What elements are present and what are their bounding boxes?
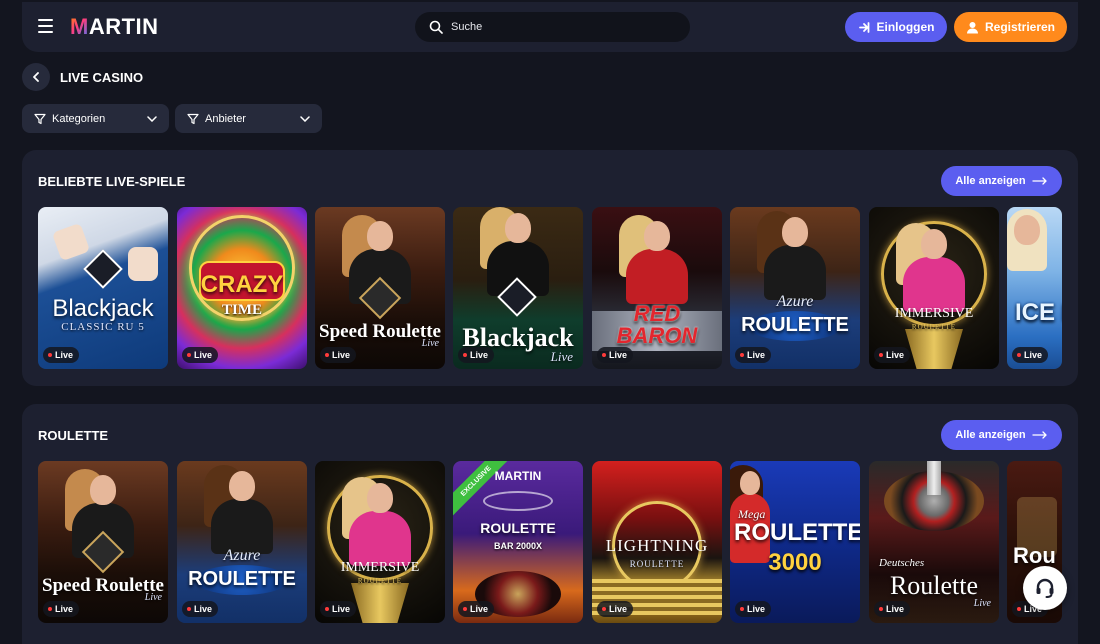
game-prefix: Deutsches	[879, 557, 925, 569]
arrow-right-icon	[1031, 177, 1047, 185]
search-input[interactable]	[451, 21, 651, 33]
register-label: Registrieren	[984, 20, 1056, 34]
providers-label: Anbieter	[205, 112, 246, 125]
popular-live-games-section: BELIEBTE LIVE-SPIELE Alle anzeigen Black…	[22, 150, 1078, 386]
see-all-label: Alle anzeigen	[955, 175, 1026, 187]
game-row: Speed Roulette Live Live Azure ROULETTE …	[38, 461, 1062, 623]
game-card[interactable]: RED BARON Live	[592, 207, 722, 369]
search-bar[interactable]	[415, 12, 690, 42]
headset-icon	[1036, 578, 1054, 598]
top-header: MARTIN Einloggen Registrieren	[22, 2, 1078, 52]
game-title: Rou	[1013, 543, 1056, 568]
game-subtitle: Azure	[223, 547, 261, 564]
game-subtitle: Azure	[776, 293, 814, 310]
live-badge: Live	[874, 601, 911, 617]
live-badge: Live	[182, 601, 219, 617]
providers-filter[interactable]: Anbieter	[175, 104, 322, 133]
game-card[interactable]: EXCLUSIVE MARTIN ROULETTE BAR 2000X Live	[453, 461, 583, 623]
back-button[interactable]	[22, 63, 50, 91]
filter-icon	[34, 113, 46, 124]
game-card[interactable]: CRAZY TIME Live	[177, 207, 307, 369]
game-row: Blackjack CLASSIC RU 5 Live CRAZY TIME L…	[38, 207, 1062, 369]
section-title: BELIEBTE LIVE-SPIELE	[38, 174, 186, 189]
game-title: IMMERSIVE	[340, 560, 420, 575]
game-title: ROULETTE	[188, 568, 296, 590]
game-subtitle: BAR 2000X	[493, 541, 543, 551]
game-title: RED BARON	[616, 301, 698, 348]
game-title: ROULETTE	[741, 314, 849, 336]
game-card[interactable]: Blackjack Live Live	[453, 207, 583, 369]
game-card[interactable]: IMMERSIVE ROULETTE Live	[869, 207, 999, 369]
game-subtitle: ROULETTE	[629, 559, 685, 569]
see-all-label: Alle anzeigen	[955, 429, 1026, 441]
game-card[interactable]: Azure ROULETTE Live	[177, 461, 307, 623]
game-title: LIGHTNING	[605, 536, 709, 555]
game-card[interactable]: LIGHTNING ROULETTE Live	[592, 461, 722, 623]
login-button[interactable]: Einloggen	[845, 12, 947, 42]
game-card[interactable]: IMMERSIVE ROULETTE Live	[315, 461, 445, 623]
game-card[interactable]: Azure ROULETTE Live	[730, 207, 860, 369]
live-badge: Live	[597, 347, 634, 363]
login-icon	[858, 21, 869, 33]
section-title: ROULETTE	[38, 428, 109, 443]
see-all-button[interactable]: Alle anzeigen	[941, 166, 1062, 196]
categories-label: Kategorien	[52, 112, 106, 125]
support-chat-button[interactable]	[1023, 566, 1067, 610]
live-badge: Live	[320, 601, 357, 617]
game-title: ICE FISH	[1015, 299, 1062, 326]
chevron-left-icon	[33, 72, 39, 82]
game-title: IMMERSIVE	[894, 306, 974, 321]
live-badge: Live	[597, 601, 634, 617]
live-badge: Live	[320, 347, 357, 363]
live-badge: Live	[182, 347, 219, 363]
page-title: LIVE CASINO	[60, 70, 144, 85]
game-title: Blackjack	[52, 295, 154, 322]
game-card[interactable]: Speed Roulette Live Live	[315, 207, 445, 369]
roulette-section: ROULETTE Alle anzeigen Speed Roulette Li…	[22, 404, 1078, 644]
game-card[interactable]: Mega ROULETTE 3000 Live	[730, 461, 860, 623]
game-subtitle: 3000	[768, 549, 822, 576]
game-title: CRAZY	[200, 271, 284, 298]
game-subtitle: TIME	[221, 302, 262, 318]
live-badge: Live	[1012, 347, 1049, 363]
brand-label: MARTIN	[494, 469, 542, 483]
game-card[interactable]: Deutsches Roulette Live Live	[869, 461, 999, 623]
search-icon	[429, 20, 443, 34]
see-all-button[interactable]: Alle anzeigen	[941, 420, 1062, 450]
live-badge: Live	[735, 347, 772, 363]
live-badge: Live	[43, 601, 80, 617]
live-badge: Live	[458, 601, 495, 617]
chevron-down-icon	[300, 115, 310, 122]
live-badge: Live	[874, 347, 911, 363]
game-card[interactable]: Speed Roulette Live Live	[38, 461, 168, 623]
chevron-down-icon	[147, 115, 157, 122]
categories-filter[interactable]: Kategorien	[22, 104, 169, 133]
game-subtitle: ROULETTE	[357, 577, 403, 585]
user-icon	[966, 21, 978, 33]
game-title: ROULETTE	[734, 519, 860, 546]
logo[interactable]: MARTIN	[70, 14, 159, 40]
menu-icon[interactable]	[38, 19, 53, 33]
game-card[interactable]: Blackjack CLASSIC RU 5 Live	[38, 207, 168, 369]
game-card[interactable]: ICE FISH Live	[1007, 207, 1062, 369]
login-label: Einloggen	[876, 20, 935, 34]
arrow-right-icon	[1031, 431, 1047, 439]
live-badge: Live	[735, 601, 772, 617]
register-button[interactable]: Registrieren	[954, 12, 1067, 42]
live-badge: Live	[43, 347, 80, 363]
game-title: ROULETTE	[480, 520, 556, 536]
game-title: Roulette	[889, 571, 979, 600]
live-badge: Live	[458, 347, 495, 363]
game-subtitle: ROULETTE	[911, 323, 957, 331]
filter-icon	[187, 113, 199, 124]
game-subtitle: CLASSIC RU 5	[61, 321, 145, 333]
